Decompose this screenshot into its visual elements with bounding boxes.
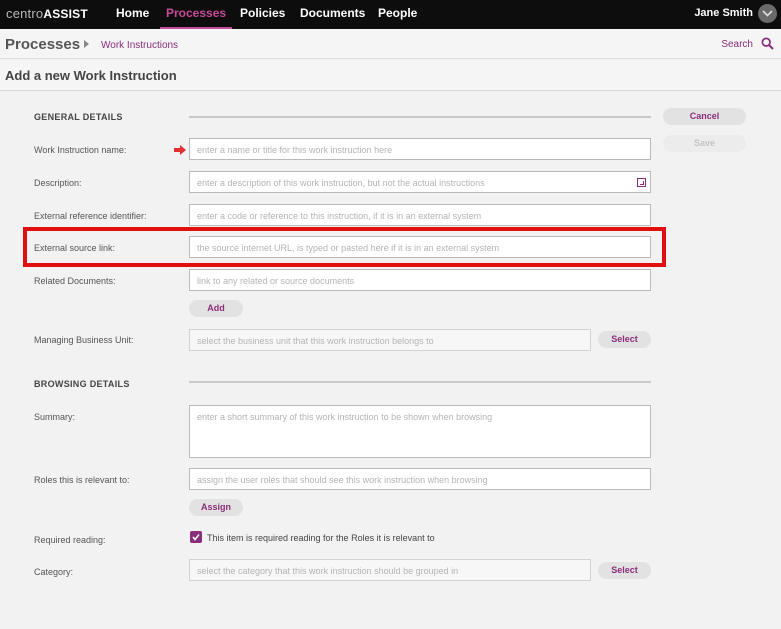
top-nav-bar: centroASSIST Home Processes Policies Doc… [0, 0, 781, 29]
related-documents-input[interactable]: link to any related or source documents [189, 269, 651, 291]
category-input[interactable]: select the category that this work instr… [189, 559, 591, 581]
highlight-box [23, 227, 666, 267]
breadcrumb-separator-icon [84, 40, 89, 48]
logo-text-assist: ASSIST [43, 7, 88, 21]
summary-textarea[interactable]: enter a short summary of this work instr… [189, 405, 651, 458]
summary-label: Summary: [34, 412, 76, 422]
centroassist-logo[interactable]: centroASSIST [6, 6, 88, 21]
save-button[interactable]: Save [663, 135, 746, 152]
required-reading-checkbox-label[interactable]: This item is required reading for the Ro… [207, 533, 435, 543]
general-details-divider [189, 116, 651, 118]
work-instruction-name-input[interactable]: enter a name or title for this work inst… [189, 138, 651, 160]
search-icon[interactable] [761, 37, 774, 50]
nav-item-documents[interactable]: Documents [300, 0, 365, 29]
roles-input[interactable]: assign the user roles that should see th… [189, 468, 651, 490]
nav-item-processes[interactable]: Processes [160, 0, 233, 29]
summary-placeholder: enter a short summary of this work instr… [197, 412, 493, 422]
browsing-details-heading: BROWSING DETAILS [34, 379, 130, 389]
chevron-down-icon [762, 10, 773, 17]
select-category-button[interactable]: Select [598, 562, 651, 579]
select-business-unit-button[interactable]: Select [598, 331, 651, 348]
nav-item-people[interactable]: People [378, 0, 417, 29]
nav-item-home[interactable]: Home [116, 0, 149, 29]
description-placeholder: enter a description of this work instruc… [197, 178, 485, 188]
page-title: Add a new Work Instruction [5, 68, 177, 83]
roles-label: Roles this is relevant to: [34, 475, 130, 485]
managing-business-unit-input[interactable]: select the business unit that this work … [189, 329, 591, 351]
search-label[interactable]: Search [721, 39, 753, 50]
browsing-details-divider [189, 381, 651, 383]
cancel-button[interactable]: Cancel [663, 108, 746, 125]
work-instruction-name-label: Work Instruction name: [34, 145, 127, 155]
nav-item-policies[interactable]: Policies [240, 0, 285, 29]
breadcrumb-current[interactable]: Work Instructions [101, 40, 178, 51]
related-documents-placeholder: link to any related or source documents [197, 276, 355, 286]
external-reference-placeholder: enter a code or reference to this instru… [197, 211, 482, 221]
assign-roles-button[interactable]: Assign [189, 499, 243, 516]
expand-editor-icon[interactable] [637, 178, 646, 187]
required-reading-label: Required reading: [34, 535, 106, 545]
managing-business-unit-label: Managing Business Unit: [34, 335, 134, 345]
add-related-document-button[interactable]: Add [189, 300, 243, 317]
category-label: Category: [34, 567, 74, 577]
logo-text-centro: centro [6, 6, 44, 21]
page-title-bar: Add a new Work Instruction [0, 60, 781, 91]
description-label: Description: [34, 178, 82, 188]
description-input[interactable]: enter a description of this work instruc… [189, 171, 651, 193]
external-reference-label: External reference identifier: [34, 211, 147, 221]
general-details-heading: GENERAL DETAILS [34, 112, 123, 122]
required-reading-checkbox[interactable] [190, 531, 202, 543]
breadcrumb-root[interactable]: Processes [5, 36, 80, 53]
required-arrow-icon [174, 145, 186, 155]
work-instruction-name-placeholder: enter a name or title for this work inst… [197, 145, 393, 155]
breadcrumb-bar: Processes Work Instructions Search [0, 29, 781, 59]
user-name[interactable]: Jane Smith [694, 0, 753, 29]
category-placeholder: select the category that this work instr… [197, 566, 459, 576]
roles-placeholder: assign the user roles that should see th… [197, 475, 488, 485]
external-reference-input[interactable]: enter a code or reference to this instru… [189, 204, 651, 226]
managing-business-unit-placeholder: select the business unit that this work … [197, 336, 434, 346]
related-documents-label: Related Documents: [34, 276, 116, 286]
checkmark-icon [192, 534, 200, 541]
user-menu-button[interactable] [758, 4, 777, 23]
